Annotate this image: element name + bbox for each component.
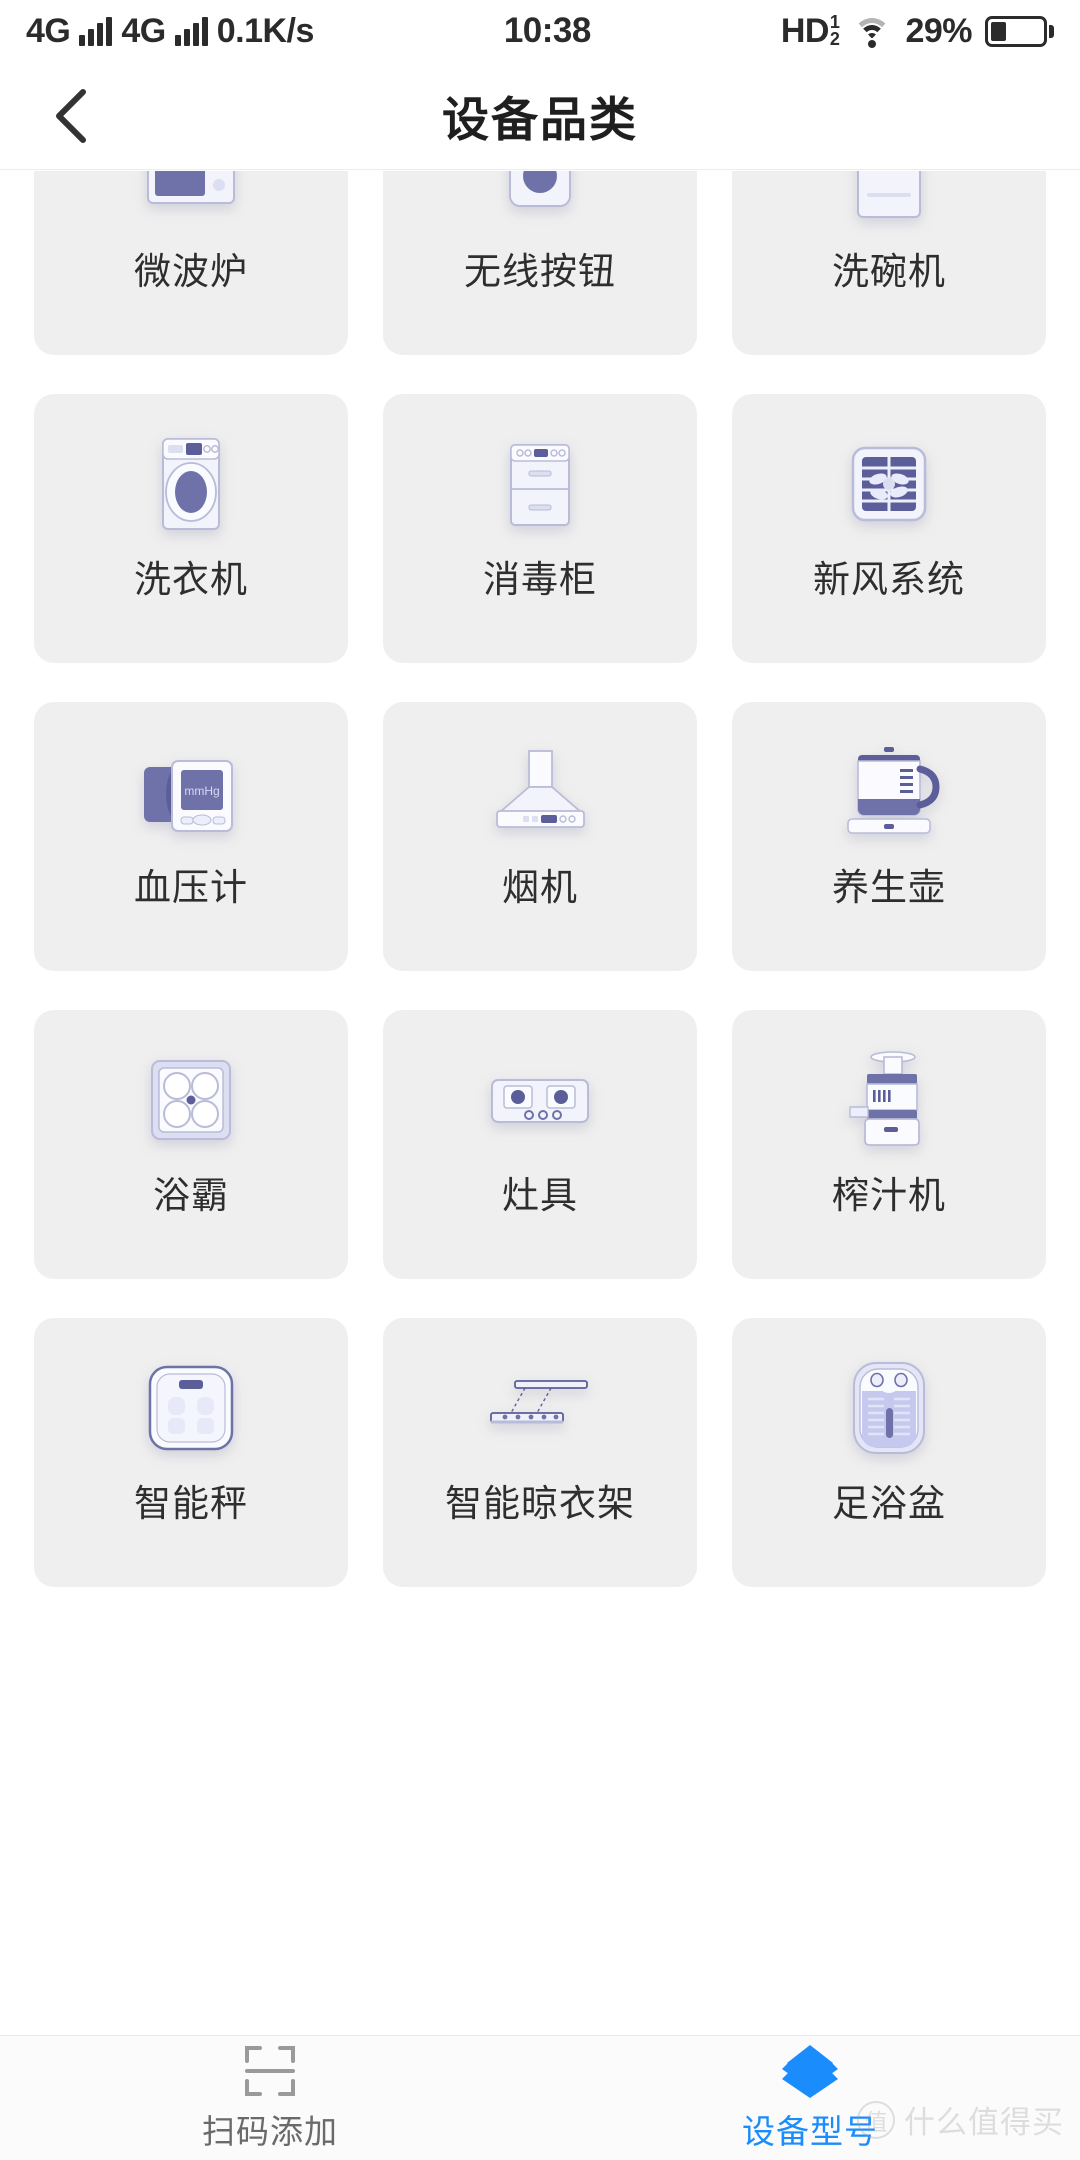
device-category-card[interactable]: 烟机 (383, 702, 697, 971)
device-category-label: 新风系统 (813, 559, 965, 601)
wifi-icon (852, 16, 892, 48)
device-category-label: 微波炉 (134, 251, 248, 293)
device-category-label: 烟机 (502, 867, 578, 909)
fresh-air-system-icon (829, 424, 949, 544)
device-category-card[interactable]: 足浴盆 (732, 1318, 1046, 1587)
device-category-card[interactable]: 新风系统 (732, 394, 1046, 663)
signal-bars-icon-2 (174, 16, 208, 46)
device-category-card[interactable]: mmHg 血压计 (34, 702, 348, 971)
device-category-card[interactable]: 智能秤 (34, 1318, 348, 1587)
device-category-label: 洗碗机 (832, 251, 946, 293)
sterilizer-cabinet-icon (480, 424, 600, 544)
microwave-icon (131, 171, 251, 236)
device-category-card[interactable]: 浴霸 (34, 1010, 348, 1279)
device-category-scroll-area[interactable]: 微波炉 无线按钮 洗碗机 洗衣机 消毒柜 新风系统 mmHg 血压计 烟机 养生… (0, 171, 1080, 2035)
status-bar-right: HD 1 2 29% (781, 12, 1054, 51)
page-title: 设备品类 (442, 93, 638, 146)
network-type-1: 4G (26, 11, 71, 50)
bottom-navigation: 扫码添加 设备型号 (0, 2035, 1080, 2160)
device-category-card[interactable]: 智能晾衣架 (383, 1318, 697, 1587)
dishwasher-icon (829, 171, 949, 236)
status-bar-left: 4G 4G 0.1K/s (26, 12, 314, 51)
page-header: 设备品类 (0, 62, 1080, 170)
device-category-label: 血压计 (134, 867, 248, 909)
device-category-label: 灶具 (502, 1175, 578, 1217)
device-category-card[interactable]: 洗碗机 (732, 171, 1046, 355)
nav-item-scan-code[interactable]: 扫码添加 (0, 2036, 540, 2160)
smart-drying-rack-icon (480, 1348, 600, 1468)
device-category-label: 无线按钮 (464, 251, 616, 293)
nav-label-device-model: 设备型号 (742, 2112, 878, 2150)
nav-item-device-model[interactable]: 设备型号 (540, 2036, 1080, 2160)
device-category-card[interactable]: 洗衣机 (34, 394, 348, 663)
nav-label-scan-code: 扫码添加 (202, 2112, 338, 2150)
signal-bars-icon-1 (79, 16, 113, 46)
smart-scale-icon (131, 1348, 251, 1468)
juicer-icon (829, 1040, 949, 1160)
blood-pressure-monitor-icon: mmHg (131, 732, 251, 852)
device-category-grid: 微波炉 无线按钮 洗碗机 洗衣机 消毒柜 新风系统 mmHg 血压计 烟机 养生… (0, 171, 1080, 1587)
bath-heater-icon (131, 1040, 251, 1160)
device-category-card[interactable]: 养生壶 (732, 702, 1046, 971)
status-bar-clock: 10:38 (503, 11, 592, 50)
device-category-label: 智能晾衣架 (445, 1483, 635, 1525)
network-type-2: 4G (121, 11, 166, 50)
svg-text:mmHg: mmHg (184, 784, 219, 798)
wireless-button-icon (480, 171, 600, 236)
foot-spa-icon (829, 1348, 949, 1468)
status-bar: 4G 4G 0.1K/s 10:38 HD 1 2 29% (0, 0, 1080, 62)
device-category-label: 榨汁机 (832, 1175, 946, 1217)
range-hood-icon (480, 732, 600, 852)
chevron-left-icon (50, 86, 94, 146)
device-category-label: 养生壶 (832, 867, 946, 909)
data-rate: 0.1K/s (216, 11, 315, 50)
device-category-label: 智能秤 (134, 1483, 248, 1525)
device-category-card[interactable]: 无线按钮 (383, 171, 697, 355)
hd-voice-icon: HD 1 2 (780, 11, 840, 50)
device-category-label: 浴霸 (153, 1175, 229, 1217)
battery-percent: 29% (905, 11, 972, 50)
back-button[interactable] (34, 78, 110, 154)
device-category-label: 洗衣机 (134, 559, 248, 601)
device-model-icon (781, 2044, 839, 2098)
device-category-card[interactable]: 灶具 (383, 1010, 697, 1279)
device-category-card[interactable]: 消毒柜 (383, 394, 697, 663)
health-kettle-icon (829, 732, 949, 852)
battery-icon (985, 15, 1054, 47)
device-category-label: 足浴盆 (832, 1483, 946, 1525)
washing-machine-icon (131, 424, 251, 544)
device-category-label: 消毒柜 (483, 559, 597, 601)
scan-code-icon (243, 2044, 297, 2098)
device-category-card[interactable]: 榨汁机 (732, 1010, 1046, 1279)
device-category-card[interactable]: 微波炉 (34, 171, 348, 355)
gas-stove-icon (480, 1040, 600, 1160)
